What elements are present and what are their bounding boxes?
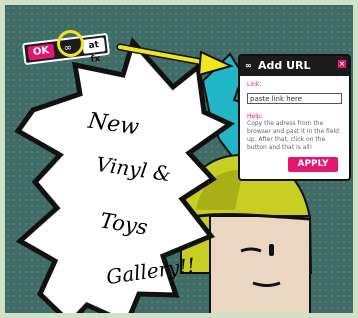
ok-button[interactable]: OK (27, 43, 55, 61)
link-icon: ∞ (245, 61, 252, 70)
link-label: Link: (247, 81, 262, 88)
help-label: Help: (247, 113, 263, 120)
fx-button[interactable]: at fx (82, 37, 106, 65)
apply-button[interactable]: APPLY (288, 157, 338, 172)
screenshot-frame: New Vinyl & Toys Gallery!! OK ∞ at fx ∞ … (0, 0, 358, 318)
help-text: Copy the adress from the browser and pas… (247, 120, 339, 151)
highlight-circle (57, 30, 84, 57)
panel-title: Add URL (258, 59, 311, 72)
url-input[interactable]: paste link here (247, 93, 342, 104)
panel-header: ∞ Add URL × (240, 56, 349, 76)
add-url-panel: ∞ Add URL × Link: paste link here Help: … (238, 54, 351, 181)
close-icon[interactable]: × (338, 60, 346, 68)
